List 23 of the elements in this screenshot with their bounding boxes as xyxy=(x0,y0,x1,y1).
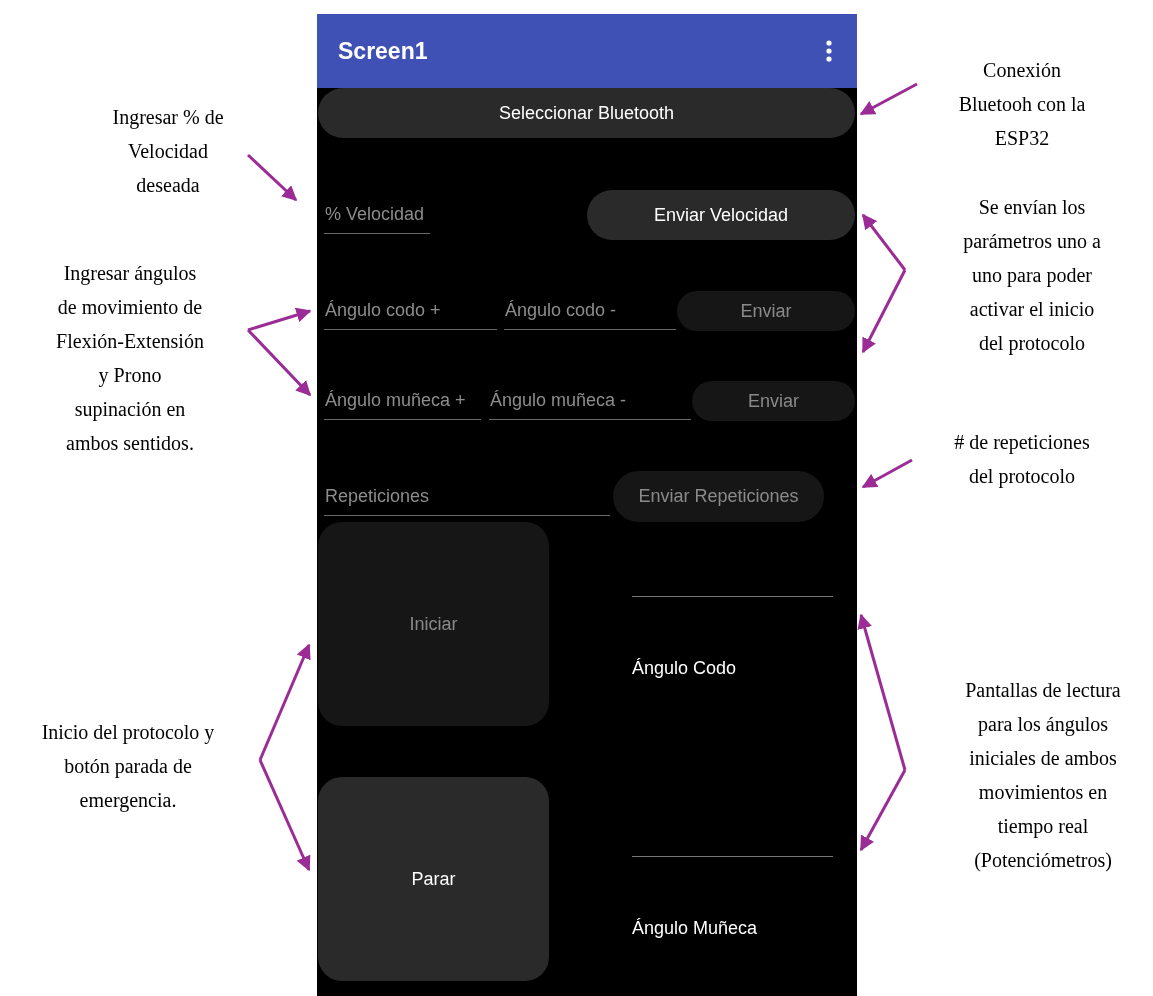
input-field[interactable]: Ángulo muñeca + xyxy=(324,382,481,420)
input-field[interactable]: Ángulo codo - xyxy=(504,292,676,330)
annotation-text: Se envían los parámetros uno a uno para poder activar el inicio del protocolo xyxy=(963,195,1101,357)
annotation-text: Pantallas de lectura para los ángulos iniciales de ambos movimientos en tiempo real (Potenciómetros) xyxy=(965,678,1121,874)
input-field[interactable]: Ángulo codo + xyxy=(324,292,497,330)
input-field[interactable]: Ángulo muñeca - xyxy=(489,382,691,420)
more-options-icon[interactable] xyxy=(825,39,833,63)
arrow xyxy=(861,458,913,489)
bluetooth-button[interactable]: Seleccionar Bluetooth xyxy=(318,88,855,138)
annotation-text: # de repeticiones del protocolo xyxy=(954,430,1090,490)
stop-button[interactable]: Parar xyxy=(318,777,549,981)
annotation-text: Ingresar ángulos de movimiento de Flexión-Extensión y Prono supinación en ambos sentidos. xyxy=(56,261,204,456)
annotation-text: Conexión Bluetooh con la ESP32 xyxy=(958,58,1086,151)
app-title: Screen1 xyxy=(338,37,428,65)
annotation-text: Inicio del protocolo y botón parada de emergencia. xyxy=(41,720,215,814)
readout-label: Ángulo Codo xyxy=(632,658,738,679)
arrow xyxy=(859,82,918,116)
send-button[interactable]: Enviar Velocidad xyxy=(587,190,855,240)
input-field[interactable]: % Velocidad xyxy=(324,196,430,234)
arrow xyxy=(246,153,298,202)
annotation-text: Ingresar % de Velocidad deseada xyxy=(112,105,224,198)
input-field[interactable]: Repeticiones xyxy=(324,477,610,516)
readout-label: Ángulo Muñeca xyxy=(632,918,759,939)
